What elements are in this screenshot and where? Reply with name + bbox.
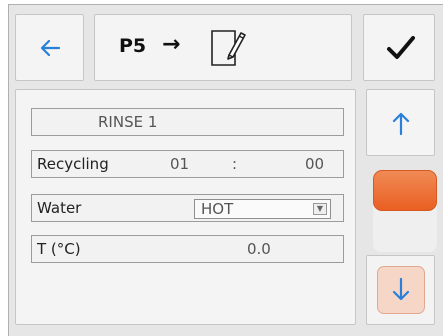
checkmark-icon xyxy=(387,36,415,59)
recycling-separator: : xyxy=(232,155,238,173)
water-select[interactable]: HOT ▼ xyxy=(194,199,331,219)
scroll-track[interactable] xyxy=(373,170,437,252)
arrow-up-icon xyxy=(392,112,410,136)
water-row: Water HOT ▼ xyxy=(31,194,344,222)
scroll-down-button-face xyxy=(377,266,425,314)
arrow-down-icon xyxy=(392,277,410,301)
arrow-left-icon xyxy=(40,39,61,57)
chevron-down-icon[interactable]: ▼ xyxy=(313,203,327,215)
temperature-row[interactable]: T (°C) 0.0 xyxy=(31,235,344,263)
edit-document-icon xyxy=(211,30,246,66)
temperature-label: T (°C) xyxy=(37,240,81,258)
step-panel: RINSE 1 Recycling 01 : 00 Water HOT ▼ T … xyxy=(15,89,356,325)
scroll-up-button[interactable] xyxy=(366,89,435,156)
recycling-minutes[interactable]: 01 xyxy=(170,155,189,173)
scroll-thumb[interactable] xyxy=(373,170,437,211)
program-title-bar: P5 → xyxy=(94,14,352,81)
back-button[interactable] xyxy=(15,14,84,81)
scroll-down-button[interactable] xyxy=(366,255,435,325)
water-select-value: HOT xyxy=(201,200,234,218)
recycling-label: Recycling xyxy=(37,155,109,173)
water-label: Water xyxy=(37,199,82,217)
program-label: P5 xyxy=(119,35,147,57)
recycling-row[interactable]: Recycling 01 : 00 xyxy=(31,150,344,178)
confirm-button[interactable] xyxy=(363,14,435,81)
arrow-right-icon: → xyxy=(162,32,181,57)
step-title: RINSE 1 xyxy=(98,113,158,131)
step-title-row: RINSE 1 xyxy=(31,108,344,136)
recycling-seconds[interactable]: 00 xyxy=(305,155,324,173)
temperature-value[interactable]: 0.0 xyxy=(247,240,271,258)
